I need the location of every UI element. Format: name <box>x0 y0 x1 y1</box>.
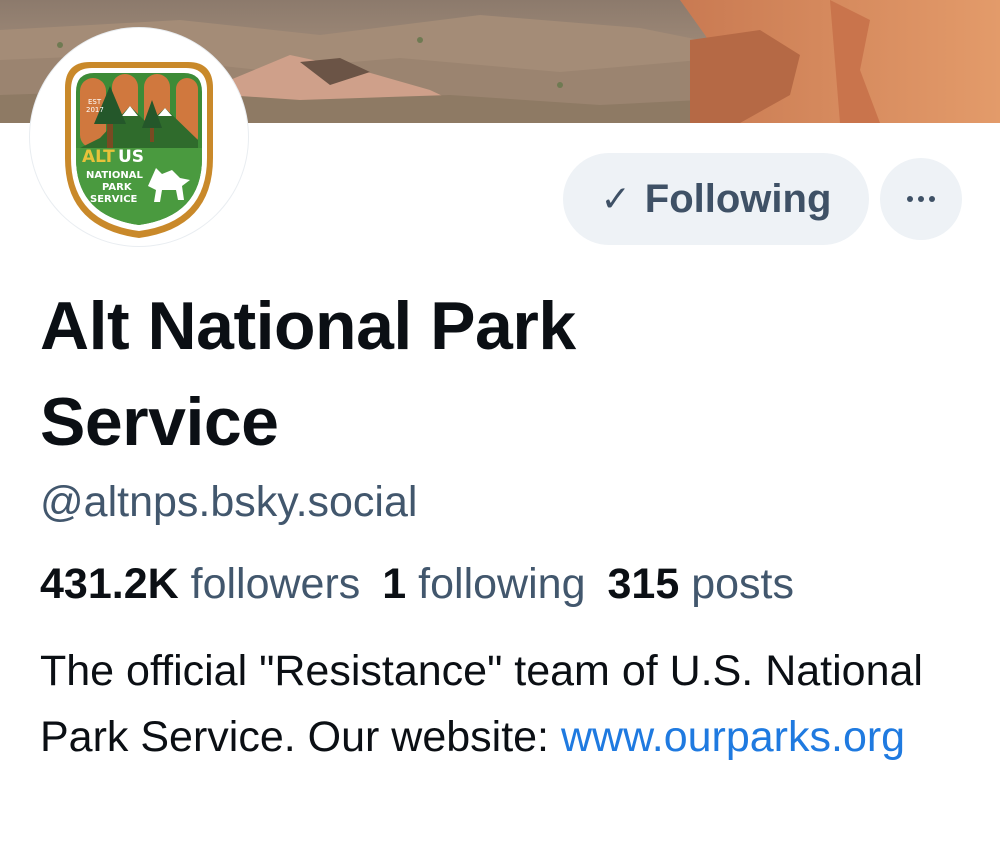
logo-service-text: SERVICE <box>90 194 138 205</box>
avatar[interactable]: EST 2017 ALT US NATIONAL PARK SERVICE <box>30 28 248 246</box>
check-icon: ✓ <box>600 178 631 219</box>
logo-alt-text: ALT <box>82 147 115 167</box>
profile-handle[interactable]: @altnps.bsky.social <box>40 473 417 531</box>
profile-bio: The official "Resistance" team of U.S. N… <box>40 638 970 770</box>
following-stat[interactable]: 1 following <box>382 560 585 608</box>
ellipsis-icon <box>907 196 935 202</box>
alt-nps-logo: EST 2017 ALT US NATIONAL PARK SERVICE <box>65 62 213 238</box>
profile-display-name: Alt National Park Service <box>40 288 576 460</box>
logo-us-text: US <box>118 147 144 167</box>
following-button-label: Following <box>644 176 832 221</box>
following-count: 1 <box>382 560 407 608</box>
followers-stat[interactable]: 431.2K followers <box>40 560 360 608</box>
logo-park-text: PARK <box>102 182 133 193</box>
posts-count: 315 <box>607 560 680 608</box>
logo-national-text: NATIONAL <box>86 170 143 181</box>
following-label: following <box>418 560 586 608</box>
more-options-button[interactable] <box>880 158 962 240</box>
bio-website-link[interactable]: www.ourparks.org <box>561 713 905 761</box>
logo-year-text: 2017 <box>86 106 104 114</box>
profile-stats: 431.2K followers 1 following 315 posts <box>40 555 794 613</box>
posts-stat: 315 posts <box>608 560 794 608</box>
followers-count: 431.2K <box>40 560 179 608</box>
posts-label: posts <box>691 560 794 608</box>
following-button[interactable]: ✓ Following <box>563 153 869 245</box>
followers-label: followers <box>190 560 361 608</box>
logo-est-text: EST <box>88 98 102 106</box>
